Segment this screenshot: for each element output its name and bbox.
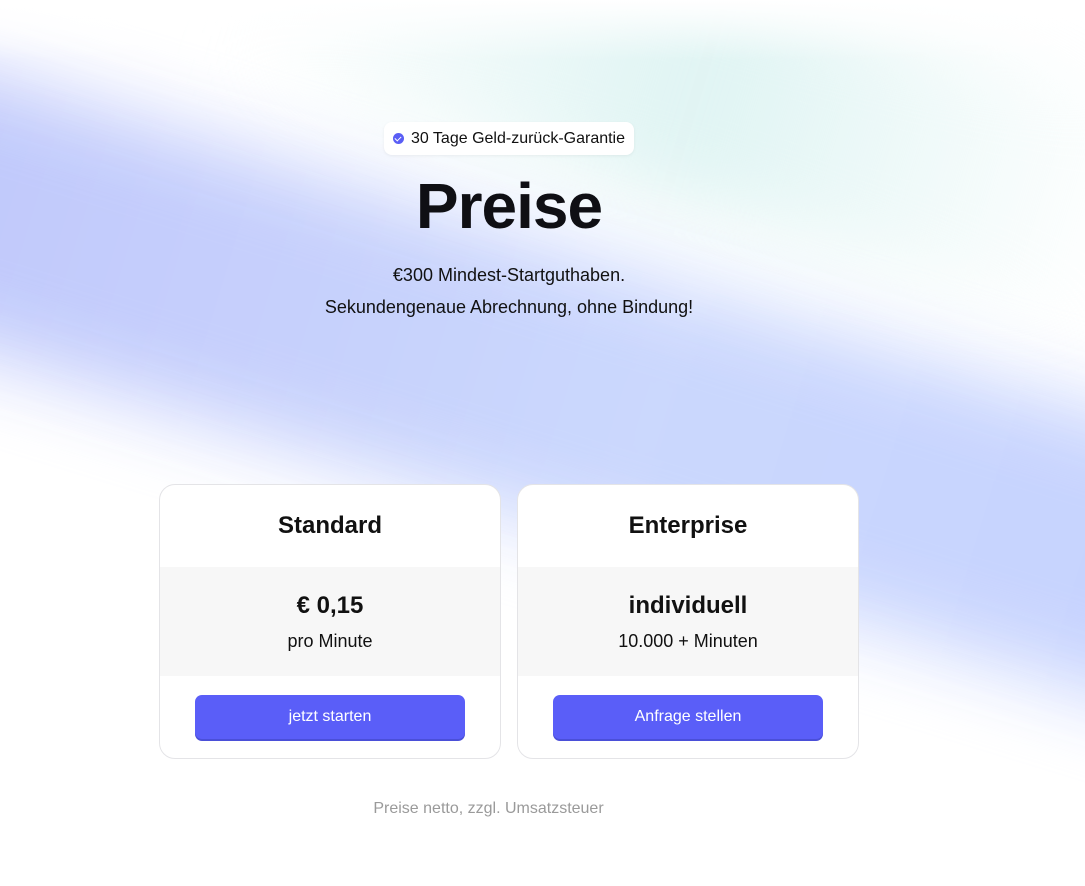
plan-name: Standard	[277, 512, 382, 539]
plan-card-standard: Standard € 0,15 pro Minute jetzt starten	[159, 484, 501, 759]
plan-name: Enterprise	[628, 512, 748, 539]
plan-price-box: individuell 10.000 + Minuten	[518, 567, 858, 676]
tax-footnote: Preise netto, zzgl. Umsatzsteuer	[373, 800, 604, 817]
subtitle-line-1: €300 Mindest-Startguthaben.	[392, 265, 626, 285]
request-quote-button[interactable]: Anfrage stellen	[553, 695, 823, 739]
plan-price-box: € 0,15 pro Minute	[160, 567, 500, 676]
check-badge-icon	[392, 133, 404, 144]
plan-unit: 10.000 + Minuten	[618, 631, 758, 651]
pricing-page: 30 Tage Geld-zurück-Garantie Preise €300…	[0, 0, 1085, 886]
plan-card-enterprise: Enterprise individuell 10.000 + Minuten …	[517, 484, 859, 759]
plan-unit: pro Minute	[287, 631, 373, 651]
guarantee-badge-label: 30 Tage Geld-zurück-Garantie	[410, 129, 626, 147]
start-now-button[interactable]: jetzt starten	[195, 695, 465, 739]
guarantee-badge: 30 Tage Geld-zurück-Garantie	[384, 122, 634, 155]
page-title: Preise	[415, 170, 603, 242]
plan-price: € 0,15	[296, 592, 364, 619]
subtitle-line-2: Sekundengenaue Abrechnung, ohne Bindung!	[324, 297, 694, 317]
plan-price: individuell	[628, 592, 748, 619]
